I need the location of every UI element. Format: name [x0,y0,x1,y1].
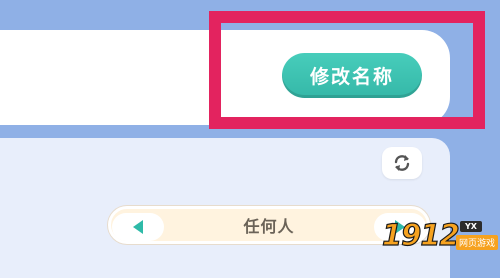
watermark-number: 1912 [381,217,460,252]
refresh-button[interactable] [382,147,422,179]
triangle-left-icon [133,220,143,234]
rename-button[interactable]: 修改名称 [282,53,422,98]
previous-option-button[interactable] [112,213,164,241]
watermark-badge: YX [460,221,482,232]
watermark-logo: 1912 YX 网页游戏 [381,217,499,258]
refresh-icon [394,155,410,171]
watermark-caption: 网页游戏 [456,235,499,250]
